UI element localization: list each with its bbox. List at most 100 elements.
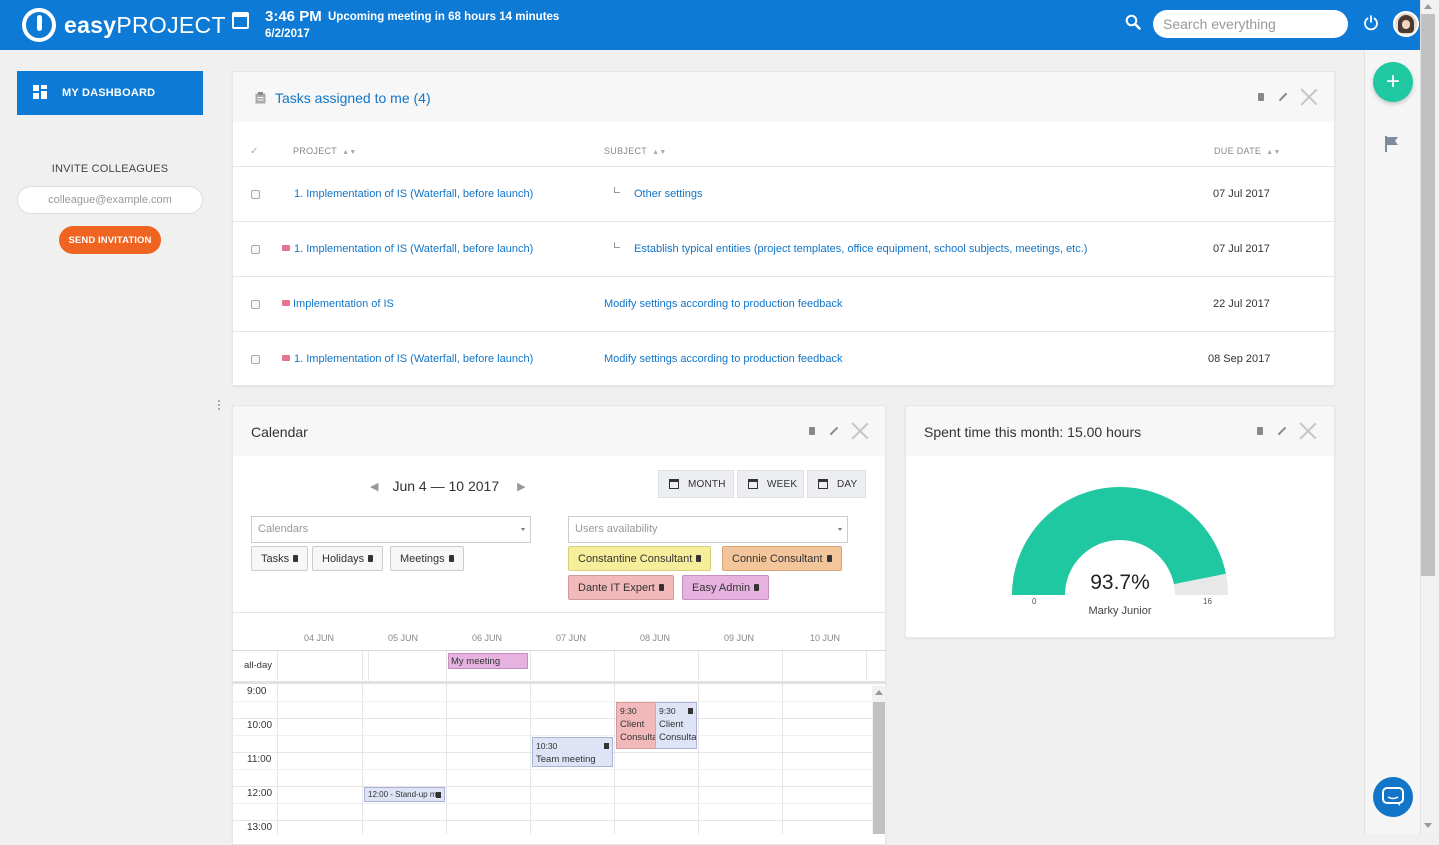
user-chip-constantine[interactable]: Constantine Consultant bbox=[568, 546, 712, 571]
edit-icon[interactable] bbox=[1278, 92, 1288, 102]
calendar-icon bbox=[748, 479, 758, 489]
logo[interactable]: easyPROJECT bbox=[22, 8, 226, 42]
avatar[interactable] bbox=[1393, 11, 1419, 37]
gauge-percent: 93.7% bbox=[1090, 571, 1150, 594]
event-client-consultation[interactable]: 9:30 Client Consulta bbox=[616, 702, 660, 749]
edit-icon[interactable] bbox=[829, 426, 839, 436]
brand-bold: easy bbox=[64, 11, 117, 38]
header-subject[interactable]: SUBJECT ▲▼ bbox=[604, 146, 667, 156]
delete-icon[interactable] bbox=[368, 555, 374, 562]
chat-button[interactable] bbox=[1373, 777, 1413, 817]
calendar-chip-tasks[interactable]: Tasks bbox=[251, 546, 309, 571]
add-button[interactable]: + bbox=[1373, 62, 1413, 102]
subject-link[interactable]: Other settings bbox=[634, 188, 702, 200]
mail-icon bbox=[282, 355, 290, 361]
delete-icon[interactable] bbox=[809, 427, 815, 435]
my-dashboard-button[interactable]: MY DASHBOARD bbox=[17, 71, 203, 115]
table-row: 1. Implementation of IS (Waterfall, befo… bbox=[233, 166, 1334, 221]
meeting-notice[interactable]: Upcoming meeting in 68 hours 14 minutes bbox=[328, 11, 559, 23]
event-team-meeting[interactable]: 10:30 Team meeting bbox=[532, 737, 613, 767]
calendar-icon[interactable] bbox=[232, 12, 249, 29]
delete-icon[interactable] bbox=[1258, 93, 1264, 101]
logo-icon bbox=[22, 8, 56, 42]
subject-link[interactable]: Modify settings according to production … bbox=[604, 353, 842, 365]
week-view-button[interactable]: WEEK bbox=[737, 470, 804, 498]
edit-icon[interactable] bbox=[1277, 426, 1287, 436]
user-chip-easy-admin[interactable]: Easy Admin bbox=[682, 575, 770, 600]
delete-icon[interactable] bbox=[604, 743, 609, 749]
day-view-button[interactable]: DAY bbox=[807, 470, 866, 498]
header-project[interactable]: PROJECT ▲▼ bbox=[293, 146, 357, 156]
search-icon[interactable] bbox=[1125, 14, 1141, 30]
spent-time-title: Spent time this month: 15.00 hours bbox=[924, 424, 1142, 440]
scroll-up-icon[interactable] bbox=[875, 690, 883, 695]
scroll-up-icon[interactable] bbox=[1424, 4, 1432, 9]
delete-icon[interactable] bbox=[754, 584, 760, 591]
close-icon[interactable] bbox=[1299, 422, 1317, 440]
all-day-event[interactable]: My meeting bbox=[448, 653, 528, 669]
project-link[interactable]: 1. Implementation of IS (Waterfall, befo… bbox=[294, 243, 533, 255]
chat-icon bbox=[1382, 787, 1404, 806]
page-scroll-thumb[interactable] bbox=[1421, 14, 1435, 576]
brand-light: PROJECT bbox=[116, 11, 226, 38]
table-row: Implementation of IS Modify settings acc… bbox=[233, 276, 1334, 331]
user-chip-connie[interactable]: Connie Consultant bbox=[722, 546, 842, 571]
subject-link[interactable]: Establish typical entities (project temp… bbox=[634, 243, 1087, 255]
send-invitation-button[interactable]: SEND INVITATION bbox=[59, 226, 161, 254]
calendar-chip-meetings[interactable]: Meetings bbox=[390, 546, 464, 571]
hour-label: 9:00 bbox=[247, 686, 267, 697]
day-header: 09 JUN bbox=[724, 633, 755, 643]
day-header: 05 JUN bbox=[388, 633, 419, 643]
hour-label: 13:00 bbox=[247, 822, 273, 833]
invite-email-field[interactable] bbox=[17, 186, 203, 214]
event-client-consultation[interactable]: 9:30 Client Consulta bbox=[655, 702, 697, 749]
close-icon[interactable] bbox=[1300, 88, 1318, 106]
row-checkbox[interactable] bbox=[251, 245, 260, 254]
project-link[interactable]: 1. Implementation of IS (Waterfall, befo… bbox=[294, 188, 533, 200]
current-date: 6/2/2017 bbox=[265, 28, 310, 40]
gauge-max: 16 bbox=[1203, 597, 1212, 606]
calendar-scroll-thumb[interactable] bbox=[873, 702, 885, 834]
calendar-chip-holidays[interactable]: Holidays bbox=[312, 546, 384, 571]
calendar-nav: ◀ Jun 4 — 10 2017 ▶ bbox=[370, 478, 544, 494]
due-date: 07 Jul 2017 bbox=[1213, 243, 1270, 255]
dashboard-icon bbox=[33, 85, 47, 99]
subject-link[interactable]: Modify settings according to production … bbox=[604, 298, 842, 310]
project-link[interactable]: Implementation of IS bbox=[293, 298, 394, 310]
calendars-select[interactable]: Calendars bbox=[251, 516, 531, 543]
event-stand-up[interactable]: 12:00 - Stand-up m bbox=[364, 787, 445, 802]
header-due-date[interactable]: DUE DATE ▲▼ bbox=[1214, 146, 1281, 156]
user-chip-dante[interactable]: Dante IT Expert bbox=[568, 575, 674, 600]
delete-icon[interactable] bbox=[688, 708, 693, 714]
tasks-title[interactable]: Tasks assigned to me (4) bbox=[275, 90, 431, 106]
project-link[interactable]: 1. Implementation of IS (Waterfall, befo… bbox=[294, 353, 533, 365]
subtask-icon bbox=[614, 187, 620, 193]
delete-icon[interactable] bbox=[826, 555, 832, 562]
row-checkbox[interactable] bbox=[251, 300, 260, 309]
users-availability-select[interactable]: Users availability bbox=[568, 516, 848, 543]
delete-icon[interactable] bbox=[293, 555, 299, 562]
resize-handle[interactable] bbox=[218, 400, 220, 410]
clipboard-icon bbox=[255, 92, 266, 104]
row-checkbox[interactable] bbox=[251, 190, 260, 199]
delete-icon[interactable] bbox=[436, 792, 441, 798]
row-checkbox[interactable] bbox=[251, 355, 260, 364]
calendar-range: Jun 4 — 10 2017 bbox=[392, 478, 500, 494]
delete-icon[interactable] bbox=[1257, 427, 1263, 435]
month-view-button[interactable]: MONTH bbox=[658, 470, 734, 498]
power-icon[interactable] bbox=[1362, 14, 1380, 32]
delete-icon[interactable] bbox=[448, 555, 454, 562]
gauge-min: 0 bbox=[1032, 597, 1037, 606]
delete-icon[interactable] bbox=[696, 555, 702, 562]
day-header: 08 JUN bbox=[640, 633, 671, 643]
flag-icon[interactable] bbox=[1385, 136, 1399, 152]
prev-week-icon[interactable]: ◀ bbox=[370, 480, 378, 493]
next-week-icon[interactable]: ▶ bbox=[517, 480, 525, 493]
search-input[interactable] bbox=[1153, 10, 1348, 38]
close-icon[interactable] bbox=[851, 422, 869, 440]
gauge-user: Marky Junior bbox=[1088, 605, 1152, 617]
select-all-check-icon[interactable]: ✓ bbox=[250, 146, 258, 157]
delete-icon[interactable] bbox=[658, 584, 664, 591]
scroll-down-icon[interactable] bbox=[1424, 823, 1432, 828]
due-date: 07 Jul 2017 bbox=[1213, 188, 1270, 200]
